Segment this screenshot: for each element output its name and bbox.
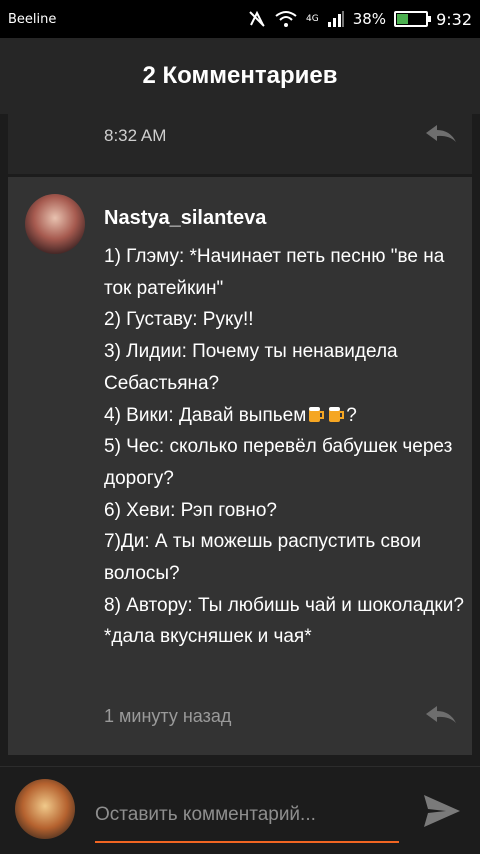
comment-line: 5) Чес: сколько перевёл бабушек через до…: [104, 436, 453, 489]
comment-time: 8:32 AM: [104, 126, 167, 145]
signal-icon: [327, 11, 344, 27]
comment-username[interactable]: Nastya_silanteva: [104, 207, 266, 230]
comment-timestamp: 1 минуту назад: [104, 706, 232, 726]
comment-line: 1) Глэму: *Начинает петь песню "ве на то…: [104, 246, 445, 299]
beer-mug-icon: [309, 406, 325, 422]
beer-mug-icon: [329, 406, 345, 422]
comment-line: 8) Автору: Ты любишь чай и шоколадки? *д…: [104, 594, 464, 648]
avatar[interactable]: [25, 194, 85, 254]
comment-line-with-emoji: 4) Вики: Давай выпьем?: [104, 400, 464, 432]
status-icons: 4G 38% 9:32: [248, 10, 472, 29]
previous-comment: 8:32 AM: [8, 114, 472, 174]
comment-line: 2) Густаву: Руку!!: [104, 309, 254, 331]
reply-icon[interactable]: [424, 122, 458, 146]
comment-card: Nastya_silanteva 1) Глэму: *Начинает пет…: [8, 177, 472, 755]
comment-line-text: 4) Вики: Давай выпьем: [104, 404, 307, 426]
send-icon[interactable]: [420, 789, 464, 833]
comment-input-bar: [0, 766, 480, 854]
battery-percent: 38%: [352, 10, 387, 28]
comment-line: 7)Ди: А ты можешь распустить свои волосы…: [104, 531, 422, 585]
comment-field[interactable]: [95, 795, 399, 843]
battery-charging-icon: [394, 11, 432, 27]
comment-line-suffix: ?: [346, 404, 357, 426]
comment-input[interactable]: [95, 795, 399, 835]
status-bar: Beeline 4G 38% 9:32: [0, 0, 480, 38]
battery-level: [397, 14, 408, 24]
header: 2 Комментариев: [0, 38, 480, 114]
network-type: 4G: [306, 13, 319, 24]
page-title: 2 Комментариев: [142, 62, 338, 89]
wifi-icon: [275, 11, 297, 27]
comment-body: 1) Глэму: *Начинает петь песню "ве на то…: [104, 241, 464, 653]
carrier-name: Beeline: [8, 11, 57, 27]
comment-line: 6) Хеви: Рэп говно?: [104, 499, 277, 521]
comment-line: 3) Лидии: Почему ты ненавидела Себастьян…: [104, 341, 398, 394]
current-user-avatar: [15, 779, 75, 839]
reply-icon[interactable]: [424, 703, 458, 727]
nfc-icon: [249, 10, 265, 27]
clock: 9:32: [436, 9, 472, 29]
